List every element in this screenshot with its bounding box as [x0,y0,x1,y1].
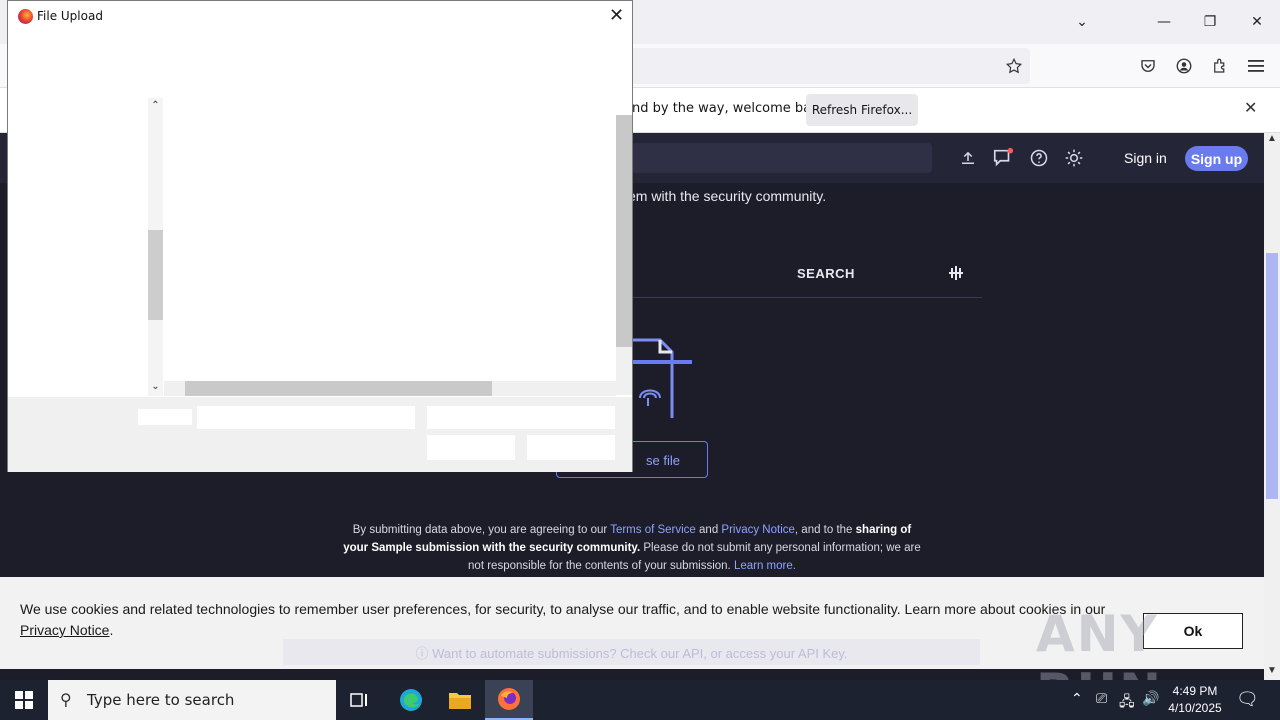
terms-text: , and to the [794,524,856,536]
extensions-icon[interactable] [1206,52,1234,80]
scrollbar-thumb[interactable] [616,115,632,347]
terms-of-service-link[interactable]: Terms of Service [610,524,696,536]
privacy-notice-link[interactable]: Privacy Notice [721,524,795,536]
terms-notice: By submitting data above, you are agreei… [340,521,924,575]
scroll-up-icon[interactable]: ⌃ [148,100,163,111]
clock-date: 4/10/2025 [1168,701,1222,715]
open-button[interactable] [427,435,515,460]
firefox-logo-icon [18,9,33,24]
minimize-icon[interactable]: — [1141,0,1187,44]
close-icon[interactable]: ✕ [609,5,624,26]
meeting-icon[interactable]: ⎚ [1096,691,1107,707]
sign-in-link[interactable]: Sign in [1124,150,1167,166]
menu-icon[interactable] [1242,52,1270,80]
page-scrollbar[interactable]: ▲ ▼ [1264,133,1280,680]
chevron-up-icon[interactable]: ⌃ [1071,691,1083,707]
account-icon[interactable] [1170,52,1198,80]
navigation-pane-scrollbar[interactable]: ⌃ ⌄ [148,98,163,396]
sign-up-button[interactable]: Sign up [1185,146,1248,171]
help-icon[interactable] [1027,146,1051,170]
api-banner: ⓘ Want to automate submissions? Check ou… [283,639,980,665]
tab-divider [632,297,982,298]
scrollbar-thumb[interactable] [148,230,163,320]
dialog-title: File Upload [37,9,103,23]
scrollbar-thumb[interactable] [1266,253,1278,499]
file-explorer-icon[interactable] [436,680,484,720]
cancel-button[interactable] [527,435,615,460]
network-icon[interactable]: 🖧 [1119,691,1135,715]
edge-icon[interactable] [387,680,435,720]
restore-icon[interactable]: ❐ [1187,0,1233,44]
cookie-privacy-link[interactable]: Privacy Notice [20,622,109,638]
taskbar-search-input[interactable]: ⚲ Type here to search [48,680,336,720]
theme-sun-icon[interactable] [1062,146,1086,170]
cookie-text: We use cookies and related technologies … [20,601,1106,617]
dialog-footer [8,397,632,472]
scroll-up-icon[interactable]: ▲ [1267,133,1277,144]
url-bar[interactable] [630,48,1030,84]
site-search-input[interactable] [630,143,932,173]
cookie-message: We use cookies and related technologies … [20,599,1120,641]
firefox-icon[interactable] [485,680,533,720]
terms-text: and [695,524,722,536]
notification-center-icon[interactable]: 🗨 [1236,689,1259,710]
cookie-text: . [109,622,114,638]
close-icon[interactable]: ✕ [1244,98,1257,118]
clock-time: 4:49 PM [1172,684,1218,698]
notification-message: nd by the way, welcome back! [632,101,831,116]
page-subtitle: em with the security community. [628,188,827,204]
file-upload-dialog: File Upload ✕ ⌃ ⌄ [7,0,633,472]
file-list-vertical-scrollbar[interactable] [616,115,632,395]
bookmark-star-icon[interactable] [1000,52,1028,80]
chevron-down-icon[interactable]: ⌄ [1059,0,1105,44]
task-view-icon[interactable] [336,680,384,720]
volume-icon[interactable]: 🔊 [1142,691,1159,707]
terms-text: By submitting data above, you are agreei… [352,524,611,536]
refresh-firefox-button[interactable]: Refresh Firefox... [806,94,918,126]
system-clock[interactable]: 4:49 PM 4/10/2025 [1160,683,1230,717]
close-icon[interactable]: ✕ [1234,0,1280,44]
windows-start-icon[interactable] [0,680,48,720]
file-type-select[interactable] [427,406,615,429]
windows-taskbar: ⚲ Type here to search ⌃ ⎚ 🖧 🔊 4:49 PM 4/… [0,680,1280,720]
scroll-down-icon[interactable]: ⌄ [148,381,163,392]
search-icon: ⚲ [60,690,72,709]
scrollbar-thumb[interactable] [185,381,492,396]
file-list-horizontal-scrollbar[interactable] [164,381,616,396]
filename-label [138,409,192,425]
search-placeholder: Type here to search [87,691,235,709]
fingerprint-search-icon[interactable] [946,264,966,287]
upload-icon[interactable] [956,146,980,170]
filename-input[interactable] [197,406,415,429]
chat-icon[interactable] [991,146,1015,170]
pocket-icon[interactable] [1134,52,1162,80]
learn-more-link[interactable]: Learn more. [734,560,796,572]
tab-search[interactable]: SEARCH [797,266,855,281]
